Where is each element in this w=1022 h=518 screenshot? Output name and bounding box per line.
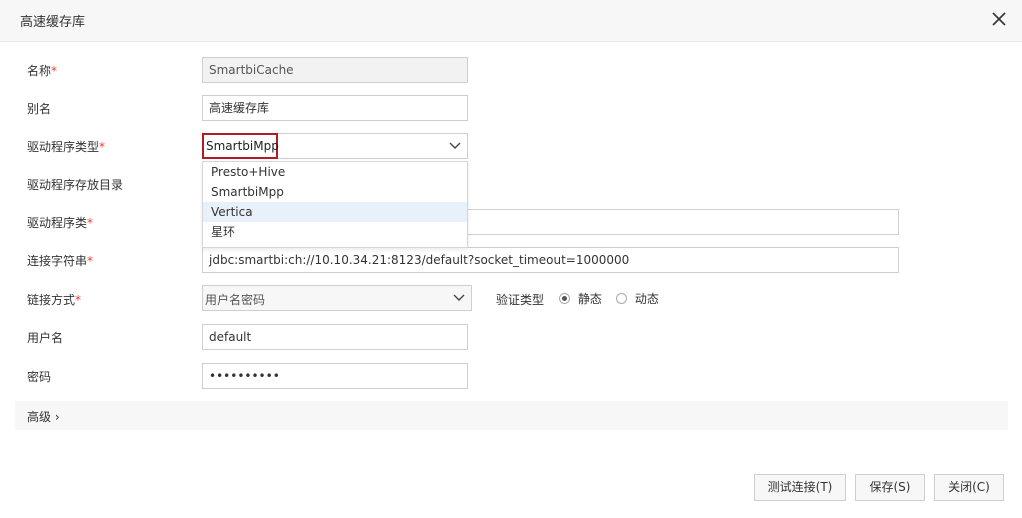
auth-dynamic-radio[interactable]: 动态	[616, 290, 659, 307]
dropdown-option-presto-hive[interactable]: Presto+Hive	[203, 162, 467, 182]
dropdown-option-smartbimpp[interactable]: SmartbiMpp	[203, 182, 467, 202]
radio-unchecked-icon	[616, 293, 627, 304]
driver-type-dropdown: Presto+Hive SmartbiMpp Vertica 星环	[202, 161, 468, 248]
driver-dir-label: 驱动程序存放目录	[27, 178, 124, 192]
conn-string-field[interactable]: jdbc:smartbi:ch://10.10.34.21:8123/defau…	[202, 247, 899, 273]
advanced-toggle[interactable]: 高级 ›	[27, 408, 60, 425]
auth-static-radio[interactable]: 静态	[559, 290, 602, 307]
chevron-down-icon	[453, 294, 465, 301]
driver-type-label: 驱动程序类型*	[27, 140, 106, 154]
auth-type-label: 验证类型	[496, 293, 545, 307]
name-field[interactable]: SmartbiCache	[202, 57, 468, 83]
alias-field[interactable]: 高速缓存库	[202, 95, 468, 121]
chevron-down-icon	[449, 142, 461, 149]
password-label: 密码	[27, 370, 52, 384]
driver-class-label: 驱动程序类*	[27, 216, 94, 230]
advanced-section: 高级 ›	[15, 401, 1008, 430]
username-field[interactable]: default	[202, 324, 468, 350]
name-label: 名称*	[27, 64, 58, 78]
driver-type-selected-value: SmartbiMpp	[202, 133, 279, 159]
dropdown-option-xinghuan[interactable]: 星环	[203, 222, 467, 242]
link-mode-value: 用户名密码	[205, 293, 266, 307]
dropdown-option-vertica[interactable]: Vertica	[203, 202, 467, 222]
username-label: 用户名	[27, 331, 64, 345]
close-icon[interactable]	[991, 11, 1007, 27]
link-mode-label: 链接方式*	[27, 293, 82, 307]
close-button[interactable]: 关闭(C)	[934, 474, 1004, 501]
alias-label: 别名	[27, 102, 52, 116]
test-connection-button[interactable]: 测试连接(T)	[754, 474, 846, 501]
link-mode-select[interactable]: 用户名密码	[202, 285, 472, 311]
dialog-titlebar: 高速缓存库	[0, 0, 1022, 42]
dialog-title: 高速缓存库	[20, 15, 86, 30]
save-button[interactable]: 保存(S)	[855, 474, 925, 501]
radio-checked-icon	[559, 293, 570, 304]
password-field[interactable]: ••••••••••	[202, 363, 468, 389]
conn-string-label: 连接字符串*	[27, 254, 94, 268]
